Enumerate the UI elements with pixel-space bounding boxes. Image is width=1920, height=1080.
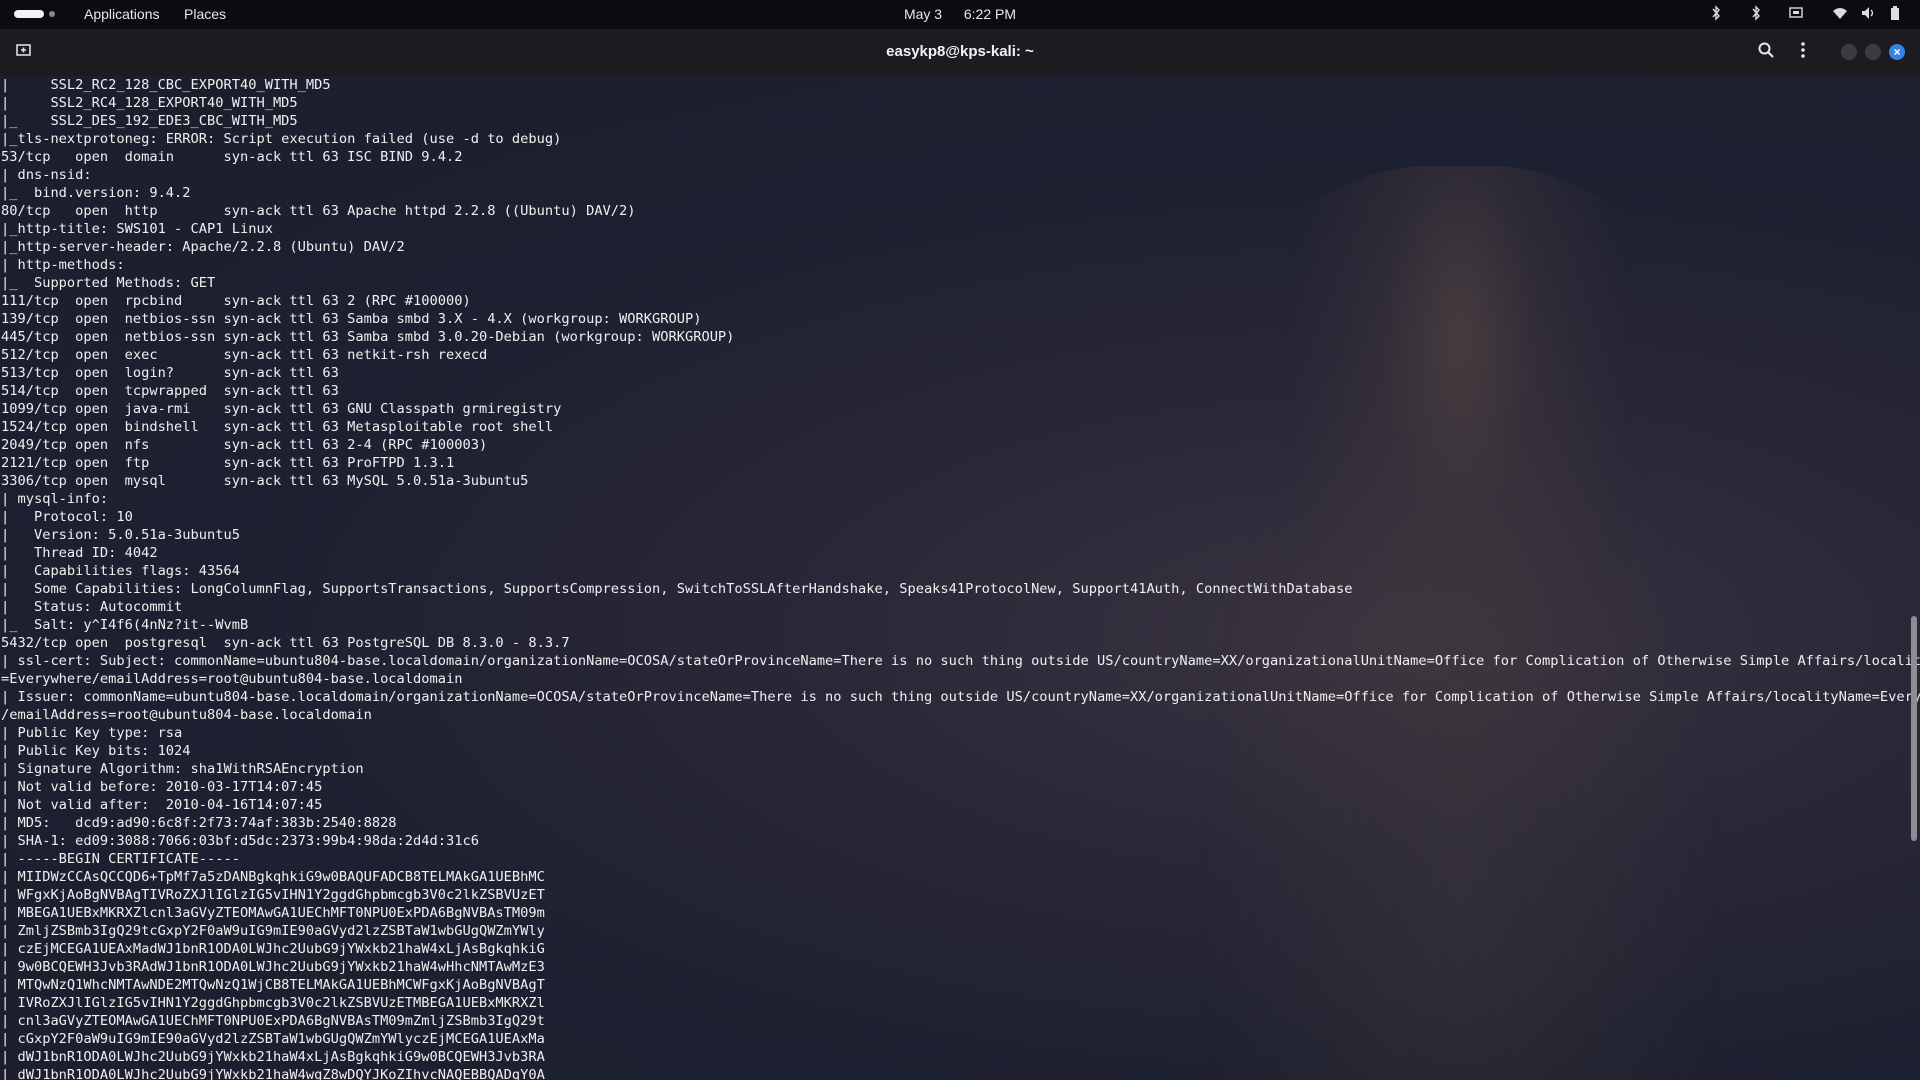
terminal-line: | MD5: dcd9:ad90:6c8f:2f73:74af:383b:254… <box>1 815 397 831</box>
wifi-icon[interactable] <box>1832 5 1848 24</box>
terminal-line: | Thread ID: 4042 <box>1 545 158 561</box>
terminal-line: |_ bind.version: 9.4.2 <box>1 185 191 201</box>
terminal-line: | MBEGA1UEBxMKRXZlcnl3aGVyZTEOMAwGA1UECh… <box>1 905 545 921</box>
terminal-line: 512/tcp open exec syn-ack ttl 63 netkit-… <box>1 347 488 363</box>
terminal-line: | MTQwNzQ1WhcNMTAwNDE2MTQwNzQ1WjCB8TELMA… <box>1 977 545 993</box>
terminal-line: |_ Supported Methods: GET <box>1 275 216 291</box>
terminal-line: | Protocol: 10 <box>1 509 133 525</box>
places-menu[interactable]: Places <box>184 6 226 22</box>
minimize-icon[interactable] <box>1841 44 1857 60</box>
terminal-line: 2121/tcp open ftp syn-ack ttl 63 ProFTPD… <box>1 455 455 471</box>
terminal-line: | http-methods: <box>1 257 125 273</box>
terminal-line: |_tls-nextprotoneg: ERROR: Script execut… <box>1 131 562 147</box>
terminal-line: | -----BEGIN CERTIFICATE----- <box>1 851 240 867</box>
terminal-line: | Not valid before: 2010-03-17T14:07:45 <box>1 779 323 795</box>
terminal-line: | 9w0BCQEWH3Jvb3RAdWJ1bnR1ODA0LWJhc2UubG… <box>1 959 545 975</box>
workspace-inactive-indicator <box>49 11 55 17</box>
terminal-line: 5432/tcp open postgresql syn-ack ttl 63 … <box>1 635 570 651</box>
new-tab-icon[interactable] <box>15 41 33 64</box>
workspace-active-indicator <box>14 10 44 18</box>
terminal-line: 139/tcp open netbios-ssn syn-ack ttl 63 … <box>1 311 702 327</box>
maximize-icon[interactable] <box>1865 44 1881 60</box>
terminal-line: 514/tcp open tcpwrapped syn-ack ttl 63 <box>1 383 339 399</box>
terminal-line: | cGxpY2F0aW9uIG9mIE90aGVyd2lzZSBTaW1wbG… <box>1 1031 545 1047</box>
terminal-line: | mysql-info: <box>1 491 109 507</box>
terminal-line: | cnl3aGVyZTEOMAwGA1UEChMFT0NPU0ExPDA6Bg… <box>1 1013 545 1029</box>
search-icon[interactable] <box>1757 41 1775 64</box>
terminal-line: | Public Key bits: 1024 <box>1 743 191 759</box>
terminal-line: | dWJ1bnR1ODA0LWJhc2UubG9jYWxkb21haW4xLj… <box>1 1049 545 1065</box>
terminal-line: | Public Key type: rsa <box>1 725 183 741</box>
terminal-line: | IVRoZXJlIGlzIG5vIHN1Y2ggdGhpbmcgb3V0c2… <box>1 995 545 1011</box>
battery-icon[interactable] <box>1890 5 1900 24</box>
bluetooth-icon[interactable] <box>1710 5 1722 24</box>
terminal-line: 445/tcp open netbios-ssn syn-ack ttl 63 … <box>1 329 735 345</box>
terminal-line: | SSL2_RC2_128_CBC_EXPORT40_WITH_MD5 <box>1 77 331 93</box>
window-title-wrap: easykp8@kps-kali: ~ <box>0 43 1920 60</box>
terminal-line: /emailAddress=root@ubuntu804-base.locald… <box>1 707 372 723</box>
clock-date[interactable]: May 3 <box>904 6 942 22</box>
terminal-line: | czEjMCEGA1UEAxMadWJ1bnR1ODA0LWJhc2UubG… <box>1 941 545 957</box>
applications-menu[interactable]: Applications <box>84 6 160 22</box>
terminal-line: =Everywhere/emailAddress=root@ubuntu804-… <box>1 671 463 687</box>
clock: May 3 6:22 PM <box>0 6 1920 22</box>
terminal-line: | WFgxKjAoBgNVBAgTIVRoZXJlIGlzIG5vIHN1Y2… <box>1 887 545 903</box>
terminal-line: | dWJ1bnR1ODA0LWJhc2UubG9jYWxkb21haW4wgZ… <box>1 1067 545 1080</box>
clock-time[interactable]: 6:22 PM <box>964 6 1016 22</box>
terminal-line: | ZmljZSBmb3IgQ29tcGxpY2F0aW9uIG9mIE90aG… <box>1 923 545 939</box>
activities-indicator[interactable] <box>14 10 55 18</box>
terminal-line: | MIIDWzCCAsQCCQD6+TpMf7a5zDANBgkqhkiG9w… <box>1 869 545 885</box>
terminal-scrollbar[interactable] <box>1911 616 1917 841</box>
terminal-line: | dns-nsid: <box>1 167 92 183</box>
terminal-line: |_http-server-header: Apache/2.2.8 (Ubun… <box>1 239 405 255</box>
terminal-view[interactable]: | SSL2_RC2_128_CBC_EXPORT40_WITH_MD5 | SS… <box>0 76 1920 1080</box>
terminal-output[interactable]: | SSL2_RC2_128_CBC_EXPORT40_WITH_MD5 | SS… <box>1 76 1920 1080</box>
terminal-line: | Status: Autocommit <box>1 599 183 615</box>
terminal-line: | Some Capabilities: LongColumnFlag, Sup… <box>1 581 1353 597</box>
terminal-line: | Signature Algorithm: sha1WithRSAEncryp… <box>1 761 364 777</box>
terminal-line: | SSL2_RC4_128_EXPORT40_WITH_MD5 <box>1 95 298 111</box>
terminal-line: | Issuer: commonName=ubuntu804-base.loca… <box>1 689 1920 705</box>
terminal-line: |_ Salt: y^I4f6(4nNz?it--WvmB <box>1 617 249 633</box>
terminal-line: 111/tcp open rpcbind syn-ack ttl 63 2 (R… <box>1 293 471 309</box>
terminal-line: 1524/tcp open bindshell syn-ack ttl 63 M… <box>1 419 554 435</box>
gnome-top-bar: Applications Places May 3 6:22 PM <box>0 0 1920 29</box>
terminal-line: 1099/tcp open java-rmi syn-ack ttl 63 GN… <box>1 401 562 417</box>
terminal-line: 513/tcp open login? syn-ack ttl 63 <box>1 365 339 381</box>
terminal-header-bar: easykp8@kps-kali: ~ × <box>0 29 1920 76</box>
window-title: easykp8@kps-kali: ~ <box>886 43 1034 60</box>
terminal-line: | Not valid after: 2010-04-16T14:07:45 <box>1 797 323 813</box>
terminal-line: |_ SSL2_DES_192_EDE3_CBC_WITH_MD5 <box>1 113 298 129</box>
terminal-line: 80/tcp open http syn-ack ttl 63 Apache h… <box>1 203 636 219</box>
terminal-line: 2049/tcp open nfs syn-ack ttl 63 2-4 (RP… <box>1 437 488 453</box>
terminal-line: | SHA-1: ed09:3088:7066:03bf:d5dc:2373:9… <box>1 833 479 849</box>
bluetooth-icon[interactable] <box>1750 5 1762 24</box>
terminal-line: |_http-title: SWS101 - CAP1 Linux <box>1 221 273 237</box>
menu-kebab-icon[interactable] <box>1799 41 1807 64</box>
close-icon[interactable]: × <box>1889 44 1905 60</box>
terminal-line: | Version: 5.0.51a-3ubuntu5 <box>1 527 240 543</box>
volume-icon[interactable] <box>1860 5 1876 24</box>
screenshot-icon[interactable] <box>1788 5 1804 24</box>
terminal-line: 3306/tcp open mysql syn-ack ttl 63 MySQL… <box>1 473 529 489</box>
terminal-line: | Capabilities flags: 43564 <box>1 563 240 579</box>
terminal-line: 53/tcp open domain syn-ack ttl 63 ISC BI… <box>1 149 463 165</box>
terminal-line: | ssl-cert: Subject: commonName=ubuntu80… <box>1 653 1920 669</box>
